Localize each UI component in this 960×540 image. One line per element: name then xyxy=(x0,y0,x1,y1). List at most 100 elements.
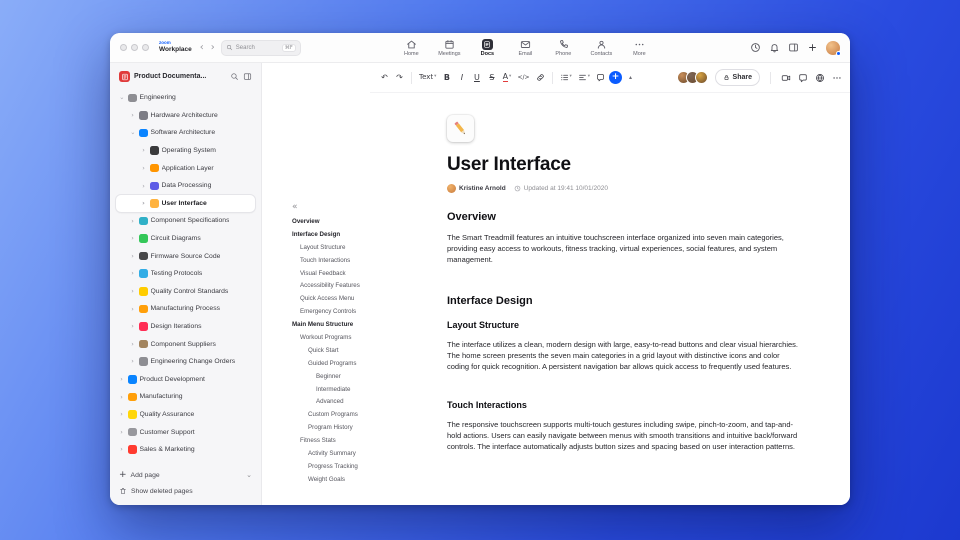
chevron-right-icon[interactable]: › xyxy=(129,112,136,119)
outline-item-program-history[interactable]: Program History xyxy=(262,421,370,434)
outline-item-activity-summary[interactable]: Activity Summary xyxy=(262,447,370,460)
chevron-right-icon[interactable]: › xyxy=(129,288,136,295)
chevron-right-icon[interactable]: › xyxy=(129,253,136,260)
chevron-right-icon[interactable]: › xyxy=(129,323,136,330)
share-button[interactable]: Share xyxy=(714,69,760,86)
document-canvas[interactable]: User Interface Kristine Arnold Updated a… xyxy=(370,93,850,505)
tab-email[interactable]: Email xyxy=(508,39,543,57)
outline-item-layout-structure[interactable]: Layout Structure xyxy=(262,241,370,254)
chevron-right-icon[interactable]: › xyxy=(118,446,125,453)
outline-item-quick-access-menu[interactable]: Quick Access Menu xyxy=(262,292,370,305)
tree-item-software-architecture[interactable]: › Software Architecture xyxy=(116,124,255,142)
outline-item-quick-start[interactable]: Quick Start xyxy=(262,344,370,357)
tab-contacts[interactable]: Contacts xyxy=(584,39,619,57)
tree-item-firmware-source-code[interactable]: › Firmware Source Code xyxy=(116,247,255,265)
page-title[interactable]: User Interface xyxy=(447,154,850,176)
tree-item-sales-marketing[interactable]: › Sales & Marketing xyxy=(116,441,255,459)
tab-phone[interactable]: Phone xyxy=(546,39,581,57)
outline-item-interface-design[interactable]: Interface Design xyxy=(262,228,370,241)
chevron-right-icon[interactable]: › xyxy=(129,306,136,313)
chevron-right-icon[interactable]: › xyxy=(129,358,136,365)
doc-paragraph[interactable]: The responsive touchscreen supports mult… xyxy=(447,419,799,452)
toolbar-collapse-toolbar-button[interactable]: ▴ xyxy=(624,70,637,86)
tree-item-engineering-change-orders[interactable]: › Engineering Change Orders xyxy=(116,353,255,371)
toolbar-bold-button[interactable]: B xyxy=(440,70,453,86)
tree-item-component-suppliers[interactable]: › Component Suppliers xyxy=(116,335,255,353)
outline-item-intermediate[interactable]: Intermediate xyxy=(262,383,370,396)
toolbar-link-button[interactable] xyxy=(534,70,547,86)
tree-item-data-processing[interactable]: › Data Processing xyxy=(116,177,255,195)
chevron-right-icon[interactable]: › xyxy=(129,270,136,277)
outline-item-progress-tracking[interactable]: Progress Tracking xyxy=(262,460,370,473)
chevron-right-icon[interactable]: › xyxy=(140,200,147,207)
notebook-title[interactable]: Product Documenta... xyxy=(134,73,226,80)
toolbar-inline-code-button[interactable]: </> xyxy=(515,70,531,86)
toolbar-strikethrough-button[interactable]: S xyxy=(485,70,498,86)
outline-item-weight-goals[interactable]: Weight Goals xyxy=(262,473,370,486)
doc-paragraph[interactable]: The Smart Treadmill features an intuitiv… xyxy=(447,232,799,265)
collaborator-avatar-3[interactable] xyxy=(694,71,708,84)
outline-item-accessibility-features[interactable]: Accessibility Features xyxy=(262,279,370,292)
chevron-down-icon[interactable]: ⌄ xyxy=(246,471,252,479)
doc-paragraph[interactable]: The interface utilizes a clean, modern d… xyxy=(447,339,799,372)
globe-icon[interactable] xyxy=(815,73,825,83)
toolbar-bulleted-list-button[interactable]: ▾ xyxy=(558,70,574,86)
toolbar-redo-button[interactable]: ↷ xyxy=(393,70,406,86)
forward-button[interactable]: › xyxy=(211,42,215,53)
tree-item-manufacturing[interactable]: › Manufacturing xyxy=(116,388,255,406)
toolbar-undo-button[interactable]: ↶ xyxy=(378,70,391,86)
outline-item-visual-feedback[interactable]: Visual Feedback xyxy=(262,267,370,280)
history-icon[interactable] xyxy=(750,42,761,53)
toolbar-text-color-button[interactable]: A ▾ xyxy=(500,70,513,86)
chevron-right-icon[interactable]: › xyxy=(118,411,125,418)
outline-item-advanced[interactable]: Advanced xyxy=(262,395,370,408)
tree-item-operating-system[interactable]: › Operating System xyxy=(116,142,255,160)
close-window-button[interactable] xyxy=(120,44,127,51)
chevron-right-icon[interactable]: › xyxy=(129,235,136,242)
camera-icon[interactable] xyxy=(781,73,791,83)
add-page-button[interactable]: + Add page ⌄ xyxy=(119,467,252,483)
tab-more[interactable]: More xyxy=(622,39,657,57)
sidebar-search-icon[interactable] xyxy=(230,72,239,81)
toolbar-text-style-button[interactable]: Text ▾ xyxy=(417,70,438,86)
tree-item-hardware-architecture[interactable]: › Hardware Architecture xyxy=(116,107,255,125)
add-icon[interactable] xyxy=(807,42,818,53)
tree-item-user-interface[interactable]: › User Interface xyxy=(116,194,255,213)
tree-item-testing-protocols[interactable]: › Testing Protocols xyxy=(116,265,255,283)
outline-item-workout-programs[interactable]: Workout Programs xyxy=(262,331,370,344)
chevron-down-icon[interactable]: › xyxy=(129,129,137,136)
back-button[interactable]: ‹ xyxy=(200,42,204,53)
outline-item-main-menu-structure[interactable]: Main Menu Structure xyxy=(262,318,370,331)
tree-item-design-iterations[interactable]: › Design Iterations xyxy=(116,318,255,336)
chevron-right-icon[interactable]: › xyxy=(118,376,125,383)
show-deleted-pages-button[interactable]: Show deleted pages xyxy=(119,483,252,499)
tree-item-engineering[interactable]: › Engineering xyxy=(116,89,255,107)
tree-item-circuit-diagrams[interactable]: › Circuit Diagrams xyxy=(116,230,255,248)
notifications-icon[interactable] xyxy=(769,42,780,53)
outline-item-guided-programs[interactable]: Guided Programs xyxy=(262,357,370,370)
tree-item-product-development[interactable]: › Product Development xyxy=(116,371,255,389)
outline-item-touch-interactions[interactable]: Touch Interactions xyxy=(262,254,370,267)
tree-item-component-specifications[interactable]: › Component Specifications xyxy=(116,212,255,230)
chevron-right-icon[interactable]: › xyxy=(118,429,125,436)
doc-heading-interface-design[interactable]: Interface Design xyxy=(447,295,799,307)
tree-item-customer-support[interactable]: › Customer Support xyxy=(116,423,255,441)
outline-item-overview[interactable]: Overview xyxy=(262,215,370,228)
toolbar-italic-button[interactable]: I xyxy=(455,70,468,86)
outline-item-beginner[interactable]: Beginner xyxy=(262,370,370,383)
tab-docs[interactable]: Docs xyxy=(470,38,505,57)
more-options-icon[interactable] xyxy=(832,73,842,83)
global-search-input[interactable]: Search ⌘F xyxy=(220,39,301,56)
doc-heading-layout-structure[interactable]: Layout Structure xyxy=(447,320,799,330)
collapse-outline-icon[interactable]: « xyxy=(262,202,370,215)
toolbar-alignment-button[interactable]: ▾ xyxy=(576,70,592,86)
tab-meetings[interactable]: Meetings xyxy=(432,39,467,57)
toolbar-underline-button[interactable]: U xyxy=(470,70,483,86)
sidebar-collapse-icon[interactable] xyxy=(243,72,252,81)
toolbar-comment-button[interactable] xyxy=(594,70,607,86)
chevron-right-icon[interactable]: › xyxy=(140,147,147,154)
tree-item-quality-assurance[interactable]: › Quality Assurance xyxy=(116,406,255,424)
sidebar-toggle-icon[interactable] xyxy=(788,42,799,53)
tree-item-application-layer[interactable]: › Application Layer xyxy=(116,159,255,177)
chevron-down-icon[interactable]: › xyxy=(118,94,126,101)
